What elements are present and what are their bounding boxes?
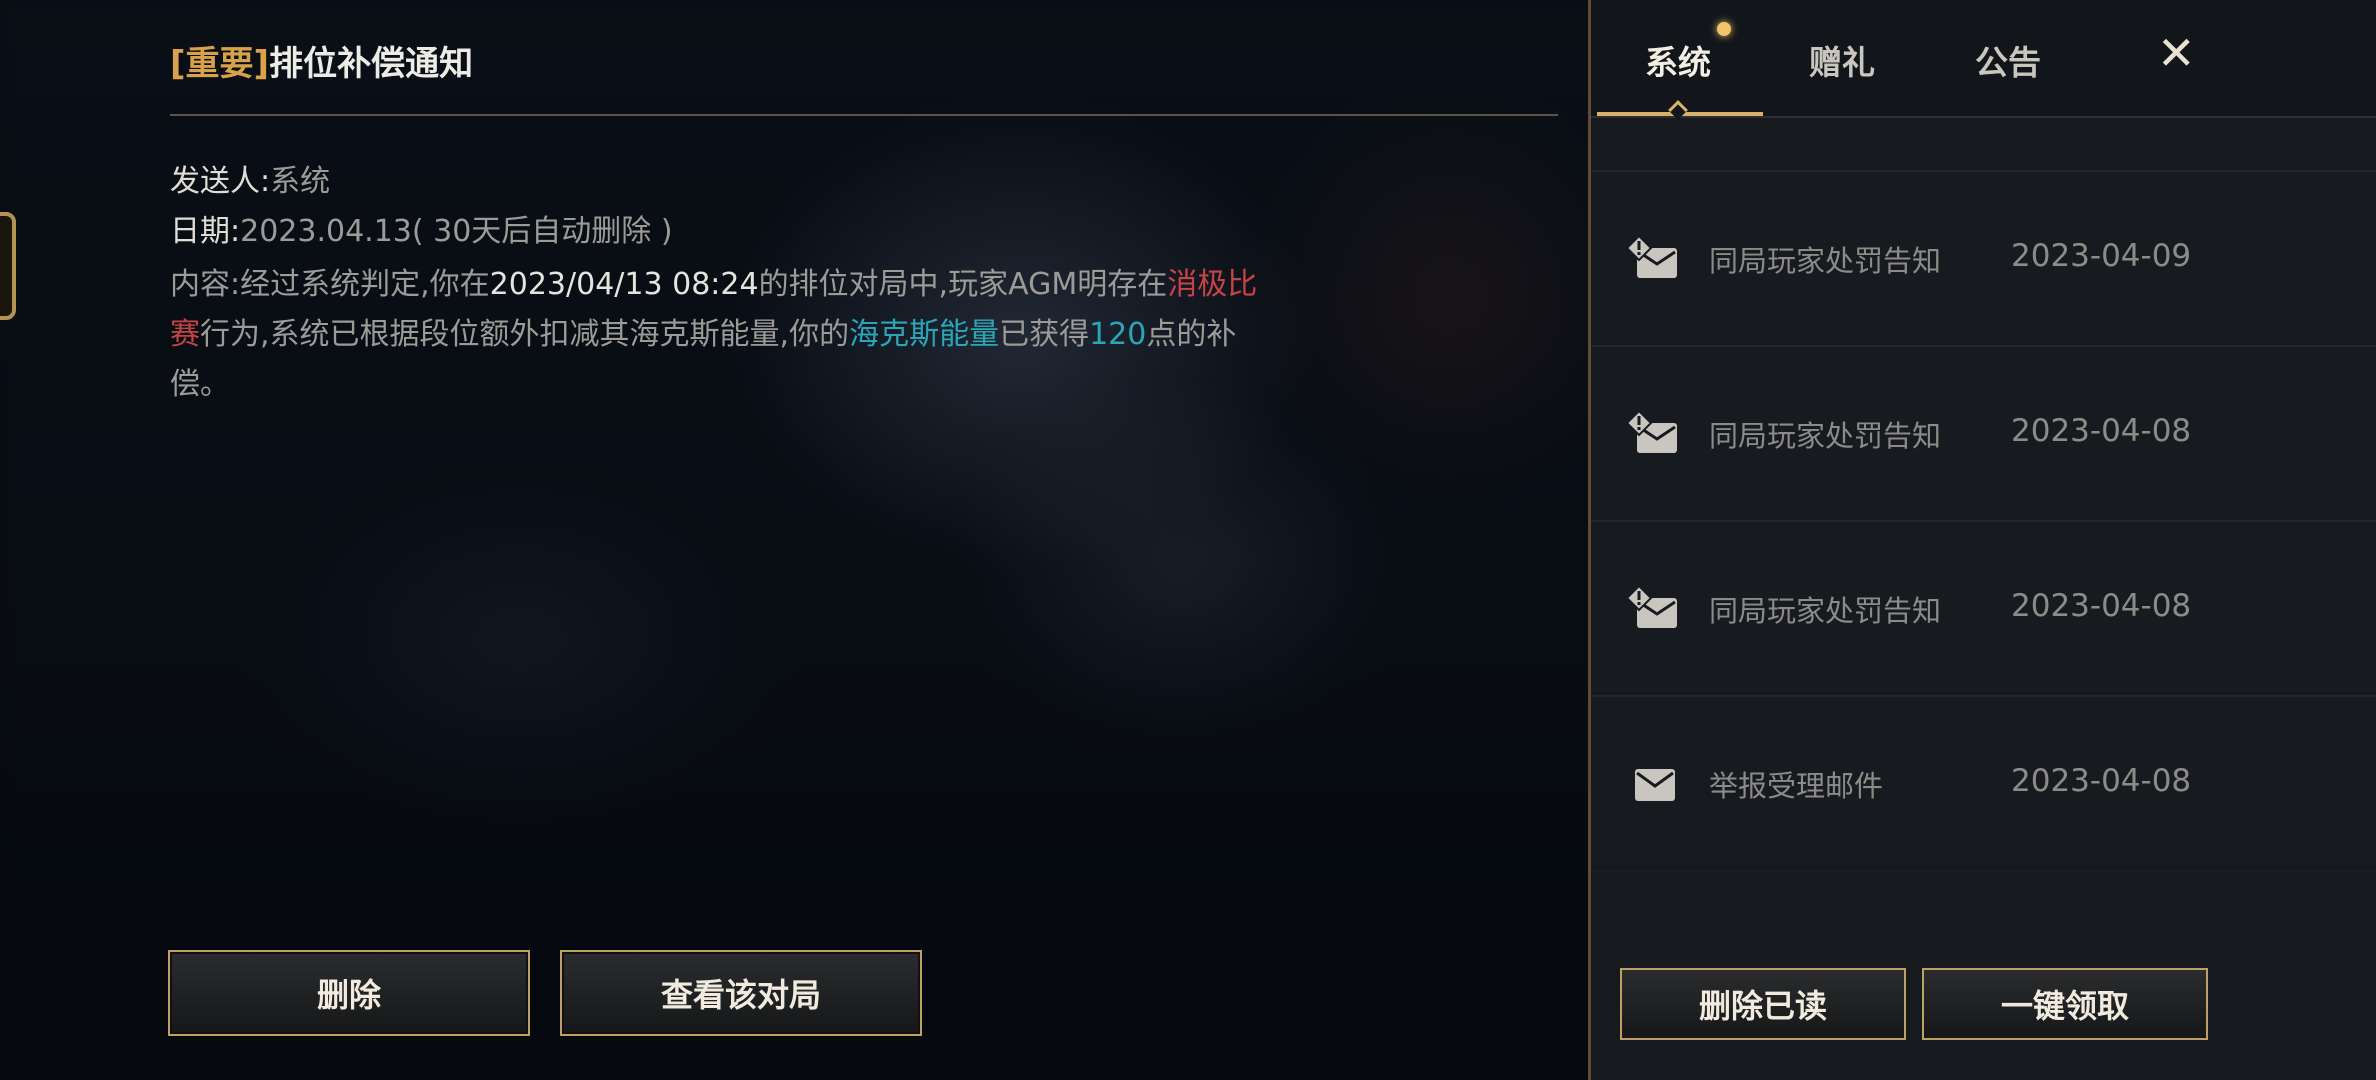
content-highlight-cyan: 海克斯能量 (849, 317, 1000, 352)
list-item-partial[interactable] (1591, 870, 2376, 960)
close-icon[interactable]: ✕ (2157, 30, 2196, 76)
content-mid3: 已获得 (999, 317, 1090, 352)
content-mid2: 行为,系统已根据段位额外扣减其海克斯能量,你的 (200, 317, 850, 352)
mail-item-title: 同局玩家处罚告知 (1709, 594, 1942, 628)
mail-title-text: 排位补偿通知 (269, 44, 474, 84)
date-value: 2023.04.13 (240, 214, 412, 249)
date-label: 日期: (170, 214, 241, 249)
mail-item-date: 2023-04-08 (2011, 413, 2192, 449)
sender-label: 发送人: (170, 164, 271, 199)
delete-read-button[interactable]: 删除已读 (1620, 968, 1906, 1040)
list-item[interactable]: 同局玩家处罚告知 2023-04-08 (1591, 520, 2376, 692)
mail-list: 同局玩家处罚告知 2023-04-09 同局玩家处罚告知 2023-04-08 (1591, 120, 2376, 960)
mail-content: 内容:经过系统判定,你在2023/04/13 08:24的排位对局中,玩家AGM… (170, 260, 1260, 410)
unread-dot-icon (1717, 22, 1731, 36)
content-prefix: 内容:经过系统判定,你在 (170, 267, 490, 302)
mail-item-title: 同局玩家处罚告知 (1709, 419, 1942, 453)
content-mid1: 的排位对局中,玩家AGM明存在 (758, 267, 1168, 302)
tab-gift[interactable]: 赠礼 (1809, 36, 1875, 84)
view-match-button[interactable]: 查看该对局 (560, 950, 922, 1036)
mail-item-title: 同局玩家处罚告知 (1709, 244, 1942, 278)
claim-all-button[interactable]: 一键领取 (1922, 968, 2208, 1040)
mail-icon (1635, 769, 1675, 801)
list-item[interactable]: 同局玩家处罚告知 2023-04-09 (1591, 170, 2376, 342)
mail-sender: 发送人:系统 (170, 156, 330, 200)
tab-bar: 系统 赠礼 公告 ✕ (1591, 0, 2376, 120)
mail-date: 日期:2023.04.13( 30天后自动删除 ) (170, 206, 673, 250)
mail-warning-icon (1625, 409, 1677, 453)
tab-announcement[interactable]: 公告 (1975, 36, 2041, 84)
content-time: 2023/04/13 08:24 (489, 267, 759, 302)
content-amount: 120 (1089, 317, 1147, 352)
mail-warning-icon (1625, 584, 1677, 628)
mail-screen: 284469 [重要]排位补偿通知 发送人:系统 日期:2023.04.13( … (0, 0, 2376, 1080)
delete-button[interactable]: 删除 (168, 950, 530, 1036)
mail-item-date: 2023-04-08 (2011, 763, 2192, 799)
mail-list-panel: 系统 赠礼 公告 ✕ 同局玩家处罚告知 2023-04-09 同局玩家处罚告知 … (1588, 0, 2376, 1080)
mail-item-date: 2023-04-08 (2011, 588, 2192, 624)
mail-importance-tag: [重要] (170, 44, 270, 84)
mail-warning-icon (1625, 234, 1677, 278)
mail-title: [重要]排位补偿通知 (170, 36, 473, 85)
tab-system[interactable]: 系统 (1645, 36, 1711, 84)
sender-value: 系统 (270, 164, 331, 199)
title-divider (170, 114, 1558, 116)
active-tab-caret-icon (1668, 100, 1688, 120)
list-item[interactable]: 同局玩家处罚告知 2023-04-08 (1591, 345, 2376, 517)
side-rank-badge (0, 212, 16, 320)
mail-item-title: 举报受理邮件 (1709, 769, 1884, 803)
list-item[interactable]: 举报受理邮件 2023-04-08 (1591, 695, 2376, 867)
date-note: ( 30天后自动删除 ) (411, 214, 673, 249)
mail-item-date: 2023-04-09 (2011, 238, 2192, 274)
